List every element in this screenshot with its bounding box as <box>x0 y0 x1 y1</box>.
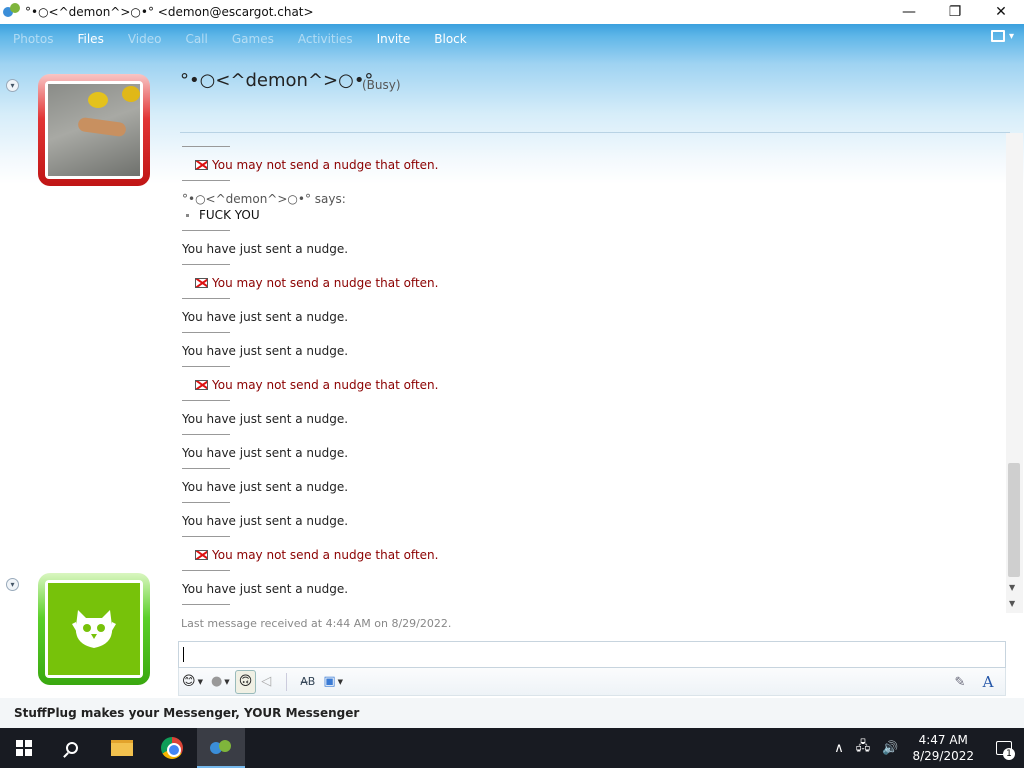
chevron-down-icon: ▾ <box>10 580 15 589</box>
font-button[interactable]: A <box>977 670 999 694</box>
chevron-down-icon: ▾ <box>10 81 15 90</box>
received-message: FUCK YOU <box>186 208 260 222</box>
chevron-down-icon: ▼ <box>337 677 344 686</box>
wink-button[interactable]: ● ▼ <box>208 670 233 694</box>
messenger-icon <box>210 738 232 758</box>
menu-files[interactable]: Files <box>65 32 115 46</box>
font-icon: A <box>982 673 994 691</box>
conversation-scrollbar[interactable]: ▼ ▼ <box>1006 133 1023 613</box>
pen-icon: ✎ <box>954 674 966 690</box>
contact-status: (Busy) <box>362 78 401 92</box>
background-button[interactable]: ▣ ▼ <box>320 670 346 694</box>
windows-taskbar: ∧ 🖧 🔊 4:47 AM 8/29/2022 1 <box>0 728 1024 768</box>
collapse-user-avatar-button[interactable]: ▾ <box>6 578 19 591</box>
sender-label: °•○<^demon^>○•° says: <box>182 192 346 206</box>
nudge-blocked-icon <box>195 380 208 390</box>
ad-banner[interactable]: StuffPlug makes your Messenger, YOUR Mes… <box>0 698 1024 728</box>
menu-activities[interactable]: Activities <box>286 32 365 46</box>
nudge-message: You have just sent a nudge. <box>182 480 349 494</box>
nudge-button[interactable]: 🙃 <box>234 669 257 694</box>
menu-invite[interactable]: Invite <box>365 32 423 46</box>
nudge-message: You have just sent a nudge. <box>182 582 349 596</box>
menu-video[interactable]: Video <box>116 32 174 46</box>
messenger-taskbar-button[interactable] <box>197 728 245 768</box>
file-explorer-button[interactable] <box>98 728 146 768</box>
windows-logo-icon <box>16 740 32 756</box>
warning-message: You may not send a nudge that often. <box>195 548 438 562</box>
chevron-up-icon[interactable]: ∧ <box>834 741 844 756</box>
action-center-button[interactable]: 1 <box>984 728 1024 768</box>
search-button[interactable] <box>48 728 96 768</box>
collapse-contact-avatar-button[interactable]: ▾ <box>6 79 19 92</box>
toolbar-separator <box>286 672 288 691</box>
title-bar: °•○<^demon^>○•° <demon@escargot.chat> — … <box>0 0 1024 24</box>
scrollbar-thumb[interactable] <box>1008 463 1020 577</box>
voice-clip-icon: ◁ <box>261 674 272 689</box>
handwriting-button[interactable]: A̶B <box>297 670 318 694</box>
options-menu-button[interactable]: ▾ <box>990 30 1014 42</box>
nudge-icon: 🙃 <box>238 674 253 689</box>
nudge-blocked-icon <box>195 278 208 288</box>
voice-clip-button[interactable]: ◁ <box>258 670 274 694</box>
scroll-down-arrow-icon[interactable]: ▼ <box>1009 599 1015 608</box>
contact-photo <box>48 84 140 176</box>
menu-block[interactable]: Block <box>422 32 478 46</box>
ad-text[interactable]: StuffPlug makes your Messenger, YOUR Mes… <box>14 706 359 720</box>
clock[interactable]: 4:47 AM 8/29/2022 <box>912 732 974 764</box>
warning-message: You may not send a nudge that often. <box>195 276 438 290</box>
chrome-button[interactable] <box>148 728 196 768</box>
minimize-button[interactable]: — <box>886 0 932 24</box>
maximize-button[interactable]: ❐ <box>932 0 978 24</box>
chevron-down-icon: ▼ <box>197 677 203 686</box>
nudge-message: You have just sent a nudge. <box>182 446 349 460</box>
wink-icon: ● <box>210 674 223 689</box>
close-button[interactable]: ✕ <box>978 0 1024 24</box>
menu-games[interactable]: Games <box>220 32 286 46</box>
clock-date: 8/29/2022 <box>912 749 974 763</box>
user-avatar[interactable] <box>38 573 150 685</box>
last-message-info: Last message received at 4:44 AM on 8/29… <box>181 617 452 630</box>
formatting-toolbar: 😊 ▼ ● ▼ 🙃 ◁ A̶B ▣ ▼ ✎ A <box>178 668 1006 696</box>
background-image-icon: ▣ <box>323 674 336 689</box>
nudge-message: You have just sent a nudge. <box>182 514 349 528</box>
smiley-icon: 😊 <box>182 674 196 689</box>
nudge-blocked-icon <box>195 160 208 170</box>
volume-icon[interactable]: 🔊 <box>882 741 898 756</box>
contact-avatar[interactable] <box>38 74 150 186</box>
nudge-message: You have just sent a nudge. <box>182 310 349 324</box>
conversation-history: You may not send a nudge that often. °•○… <box>180 133 1006 633</box>
scroll-down-arrow-icon[interactable]: ▼ <box>1009 583 1015 592</box>
chrome-icon <box>161 737 183 759</box>
chevron-down-icon: ▼ <box>224 677 230 686</box>
document-icon <box>990 30 1005 42</box>
nudge-blocked-icon <box>195 550 208 560</box>
menu-photos[interactable]: Photos <box>0 32 65 46</box>
system-tray: ∧ 🖧 🔊 4:47 AM 8/29/2022 1 <box>828 728 1024 768</box>
nudge-message: You have just sent a nudge. <box>182 412 349 426</box>
chevron-down-icon: ▾ <box>1008 30 1014 42</box>
owl-icon <box>48 583 140 675</box>
message-input[interactable] <box>178 641 1006 668</box>
window-title: °•○<^demon^>○•° <demon@escargot.chat> <box>25 5 314 19</box>
emoticon-button[interactable]: 😊 ▼ <box>179 670 206 694</box>
contact-name: °•○<^demon^>○•° <box>180 70 374 91</box>
handwriting-icon: A̶B <box>300 675 316 688</box>
nudge-message: You have just sent a nudge. <box>182 242 349 256</box>
start-button[interactable] <box>0 728 48 768</box>
nudge-message: You have just sent a nudge. <box>182 344 349 358</box>
text-caret <box>183 647 184 662</box>
network-icon[interactable]: 🖧 <box>856 737 871 759</box>
menu-bar: Photos Files Video Call Games Activities… <box>0 24 1024 54</box>
search-icon <box>66 742 78 754</box>
messenger-logo-icon <box>3 3 21 21</box>
ink-button[interactable]: ✎ <box>949 670 971 694</box>
folder-icon <box>111 740 133 756</box>
warning-message: You may not send a nudge that often. <box>195 378 438 392</box>
menu-call[interactable]: Call <box>173 32 219 46</box>
notification-count: 1 <box>1003 748 1015 760</box>
warning-message: You may not send a nudge that often. <box>195 158 438 172</box>
clock-time: 4:47 AM <box>918 733 968 747</box>
